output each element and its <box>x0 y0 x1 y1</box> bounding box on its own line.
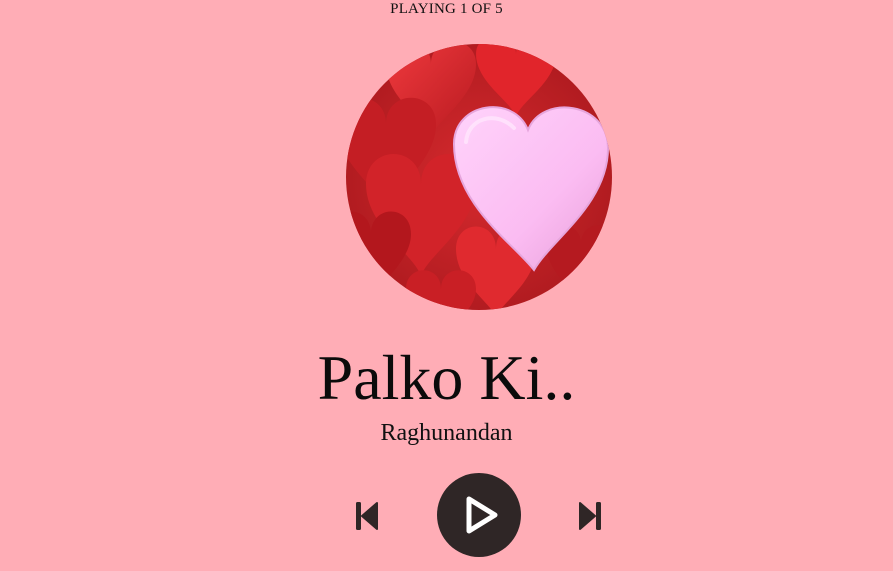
skip-previous-icon <box>356 502 378 530</box>
track-title: Palko Ki.. <box>317 342 576 413</box>
music-player: PLAYING 1 OF 5 Palko Ki.. Raghunandan <box>0 0 893 571</box>
album-cover <box>346 44 612 310</box>
play-button[interactable] <box>437 473 521 557</box>
previous-track-button[interactable] <box>352 500 382 532</box>
skip-next-icon <box>579 502 601 530</box>
track-artist: Raghunandan <box>380 420 513 446</box>
play-icon <box>466 496 498 534</box>
playing-status: PLAYING 1 OF 5 <box>390 1 503 17</box>
album-art-hearts-image <box>346 44 612 310</box>
next-track-button[interactable] <box>575 500 605 532</box>
